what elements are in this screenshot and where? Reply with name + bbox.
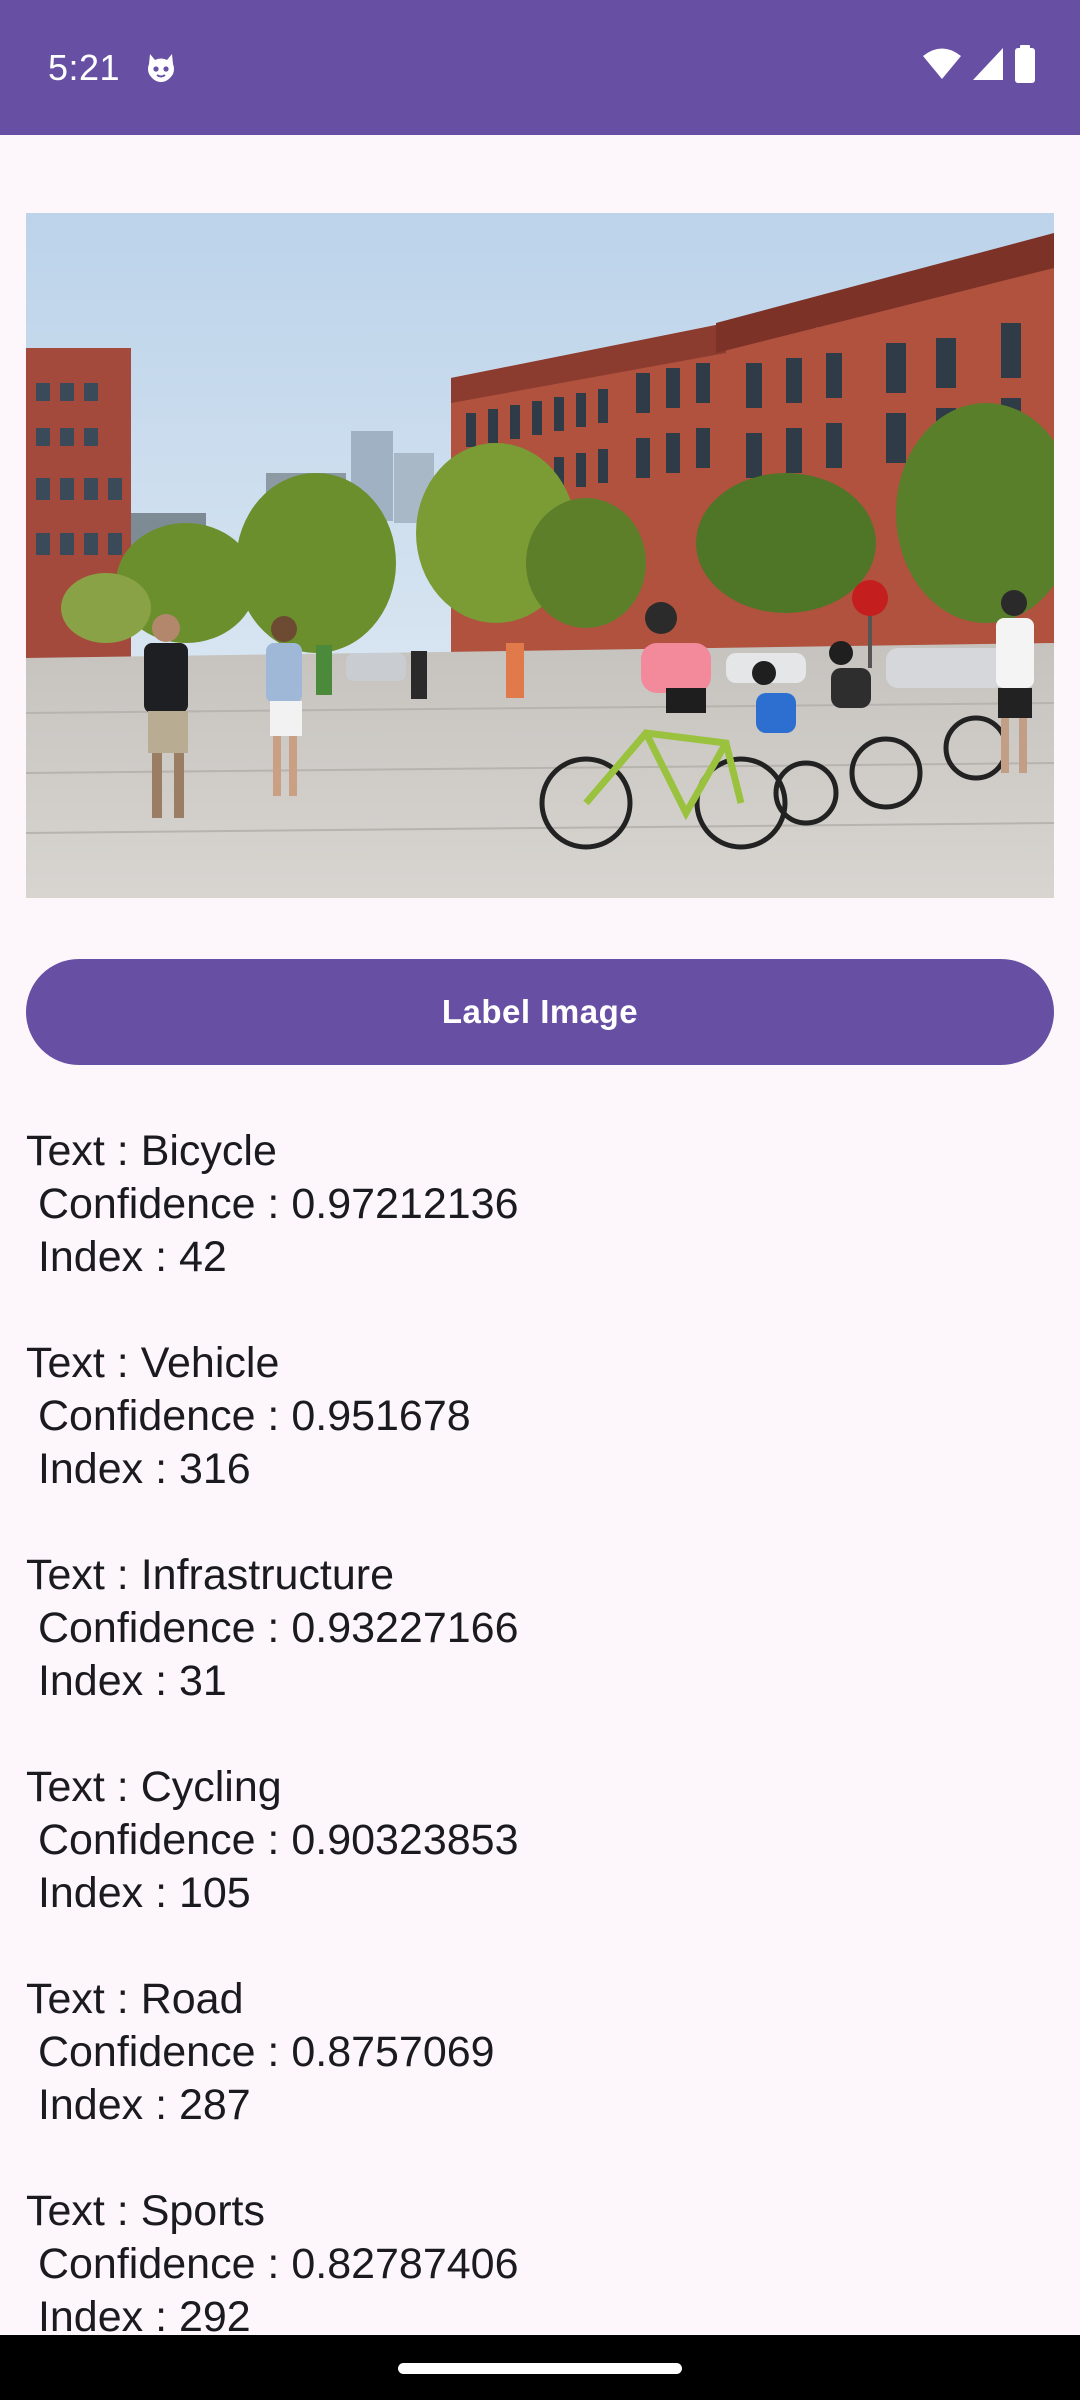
result-index: Index : 287 [26,2081,251,2129]
result-index: Index : 316 [26,1445,251,1493]
result-confidence: Confidence : 0.951678 [26,1392,471,1440]
result-confidence: Confidence : 0.93227166 [26,1604,519,1652]
result-text: Text : Cycling [26,1763,282,1811]
result-confidence: Confidence : 0.97212136 [26,1180,519,1228]
result-text: Text : Infrastructure [26,1551,395,1599]
status-time: 5:21 [48,47,121,88]
list-item: Text : Road Confidence : 0.8757069 Index… [26,1973,1056,2185]
battery-icon [1014,44,1036,88]
results-list: Text : Bicycle Confidence : 0.97212136 I… [26,1125,1056,2397]
home-gesture-handle[interactable] [398,2363,682,2374]
result-confidence: Confidence : 0.82787406 [26,2240,519,2288]
list-item: Text : Bicycle Confidence : 0.97212136 I… [26,1125,1056,1337]
navigation-bar [0,2335,1080,2400]
label-image-button[interactable]: Label Image [26,959,1054,1065]
result-index: Index : 42 [26,1233,227,1281]
cellular-signal-icon [972,47,1004,86]
list-item: Text : Infrastructure Confidence : 0.932… [26,1549,1056,1761]
street-scene-photo [26,213,1054,898]
result-index: Index : 31 [26,1657,227,1705]
result-text: Text : Bicycle [26,1127,277,1175]
status-icons [922,44,1036,88]
list-item: Text : Cycling Confidence : 0.90323853 I… [26,1761,1056,1973]
status-bar: 5:21 [0,0,1080,135]
main-content: Label Image Text : Bicycle Confidence : … [0,135,1080,2341]
result-text: Text : Road [26,1975,244,2023]
list-item: Text : Vehicle Confidence : 0.951678 Ind… [26,1337,1056,1549]
result-index: Index : 105 [26,1869,251,1917]
cat-face-icon [144,50,178,84]
wifi-icon [922,47,962,86]
result-text: Text : Vehicle [26,1339,280,1387]
result-confidence: Confidence : 0.8757069 [26,2028,495,2076]
result-text: Text : Sports [26,2187,265,2235]
result-confidence: Confidence : 0.90323853 [26,1816,519,1864]
